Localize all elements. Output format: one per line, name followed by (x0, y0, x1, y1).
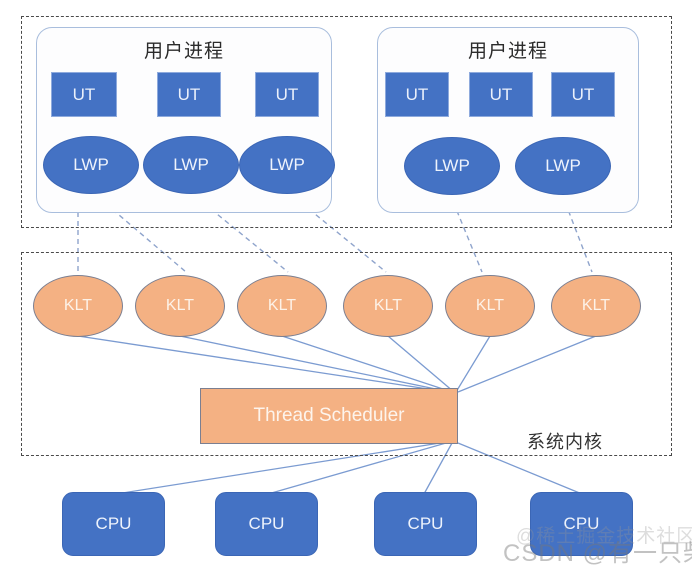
lwp-label: LWP (269, 155, 305, 174)
klt-label: KLT (475, 297, 505, 314)
ut-label: UT (489, 84, 513, 104)
cpu-node[interactable]: CPU (62, 492, 165, 556)
thread-scheduler-label: Thread Scheduler (253, 405, 405, 426)
klt-node[interactable]: KLT (33, 275, 123, 337)
user-process-title: 用户进程 (143, 41, 224, 62)
kernel-region-label: 系统内核 (527, 432, 603, 452)
klt-node[interactable]: KLT (551, 275, 641, 337)
ut-label: UT (405, 84, 429, 104)
cpu-node[interactable]: CPU (374, 492, 477, 556)
cpu-label: CPU (95, 514, 132, 533)
klt-label: KLT (63, 297, 93, 314)
ut-node[interactable]: UT (51, 72, 117, 117)
ut-label: UT (571, 84, 595, 104)
watermark-primary: CSDN @有一只柴犬 (503, 540, 692, 567)
ut-node[interactable]: UT (385, 72, 449, 117)
klt-label: KLT (373, 297, 403, 314)
cpu-label: CPU (248, 514, 285, 533)
cpu-label: CPU (407, 514, 444, 533)
klt-label: KLT (581, 297, 611, 314)
cpu-node[interactable]: CPU (215, 492, 318, 556)
klt-node[interactable]: KLT (237, 275, 327, 337)
ut-node[interactable]: UT (157, 72, 221, 117)
lwp-label: LWP (73, 155, 109, 174)
thread-scheduler-box[interactable]: Thread Scheduler (200, 388, 458, 444)
ut-node[interactable]: UT (469, 72, 533, 117)
lwp-node[interactable]: LWP (43, 136, 139, 194)
lwp-label: LWP (173, 155, 209, 174)
ut-node[interactable]: UT (551, 72, 615, 117)
diagram-canvas: 用户进程 UT UT UT LWP LWP LWP 用户进程 UT UT UT … (0, 0, 692, 573)
lwp-label: LWP (434, 156, 470, 175)
klt-node[interactable]: KLT (445, 275, 535, 337)
lwp-node[interactable]: LWP (404, 137, 500, 195)
klt-label: KLT (267, 297, 297, 314)
klt-node[interactable]: KLT (343, 275, 433, 337)
user-process-title: 用户进程 (467, 41, 548, 62)
klt-node[interactable]: KLT (135, 275, 225, 337)
klt-label: KLT (165, 297, 195, 314)
lwp-node[interactable]: LWP (515, 137, 611, 195)
ut-label: UT (72, 84, 96, 104)
lwp-label: LWP (545, 156, 581, 175)
lwp-node[interactable]: LWP (239, 136, 335, 194)
ut-node[interactable]: UT (255, 72, 319, 117)
lwp-node[interactable]: LWP (143, 136, 239, 194)
ut-label: UT (275, 84, 299, 104)
ut-label: UT (177, 84, 201, 104)
